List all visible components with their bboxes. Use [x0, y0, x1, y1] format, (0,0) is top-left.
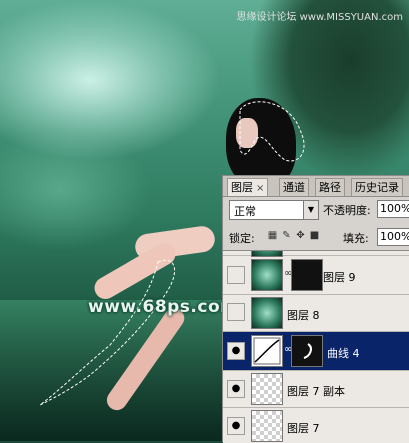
tab-history[interactable]: 历史记录 — [351, 178, 403, 196]
lock-move-icon[interactable]: ✥ — [295, 230, 306, 241]
visibility-toggle[interactable] — [227, 266, 245, 284]
layer-row-7-copy[interactable]: ● 图层 7 副本 — [223, 371, 409, 408]
layer-thumbnail — [251, 259, 283, 291]
layer-name: 图层 8 — [287, 309, 320, 322]
tab-channels-label: 通道 — [283, 181, 305, 194]
chevron-down-icon[interactable]: ▼ — [303, 201, 318, 219]
layer-name: 曲线 4 — [327, 347, 360, 360]
fill-input[interactable]: 100% — [377, 228, 409, 246]
layer-mask-thumbnail — [291, 335, 323, 367]
lock-row: 锁定: ▦ ✎ ✥ ■ 填充: 100% — [227, 228, 409, 246]
layer-thumbnail — [251, 297, 283, 329]
tab-layers-label: 图层 — [231, 181, 253, 194]
eye-icon[interactable]: ● — [227, 342, 245, 360]
layer-name: 图层 9 — [323, 271, 356, 284]
layer-row-curves-4[interactable]: ● ∞ 曲线 4 — [223, 332, 409, 371]
lock-transparency-icon[interactable]: ▦ — [267, 230, 278, 241]
mask-shape-icon — [303, 343, 312, 359]
layer-thumbnail — [251, 410, 283, 442]
layer-thumbnail — [251, 373, 283, 405]
fill-label: 填充: — [343, 232, 369, 245]
eye-icon[interactable]: ● — [227, 380, 245, 398]
tab-paths[interactable]: 路径 — [315, 178, 345, 196]
eye-icon[interactable]: ● — [227, 417, 245, 435]
curve-glyph-icon — [253, 337, 281, 365]
layers-panel: 图层 × 通道 路径 历史记录 正常 ▼ 不透明度: 100% 锁定: ▦ ✎ ✥… — [222, 175, 409, 443]
panel-tab-bar: 图层 × 通道 路径 历史记录 — [223, 176, 409, 197]
layer-name: 图层 7 副本 — [287, 385, 345, 398]
opacity-label: 不透明度: — [323, 204, 371, 217]
layer-row-7[interactable]: ● 图层 7 — [223, 408, 409, 443]
tab-paths-label: 路径 — [319, 181, 341, 194]
tab-history-label: 历史记录 — [355, 181, 399, 194]
layer-row-8[interactable]: 图层 8 — [223, 295, 409, 332]
watermark-site: www.68ps.com — [88, 297, 239, 317]
blend-row: 正常 ▼ 不透明度: 100% — [227, 200, 409, 220]
tab-layers[interactable]: 图层 × — [227, 178, 269, 196]
layer-row-9[interactable]: ∞ 图层 9 — [223, 256, 409, 295]
lock-all-icon[interactable]: ■ — [309, 230, 320, 241]
layer-name: 图层 7 — [287, 422, 320, 435]
visibility-toggle[interactable] — [227, 303, 245, 321]
opacity-input[interactable]: 100% — [377, 200, 409, 218]
tab-close-icon[interactable]: × — [256, 183, 264, 194]
tab-channels[interactable]: 通道 — [279, 178, 309, 196]
blend-mode-select[interactable]: 正常 ▼ — [229, 200, 319, 220]
lock-brush-icon[interactable]: ✎ — [281, 230, 292, 241]
layers-list: ∞ 图层 9 图层 8 ● ∞ 曲线 4 ● 图层 7 副本 ● 图层 7 — [223, 250, 409, 443]
blend-mode-value: 正常 — [234, 205, 256, 218]
curves-adjustment-icon — [251, 335, 283, 367]
layer-mask-thumbnail — [291, 259, 323, 291]
watermark-top: 思缘设计论坛 www.MISSYUAN.com — [236, 12, 403, 23]
lock-label: 锁定: — [229, 232, 255, 245]
